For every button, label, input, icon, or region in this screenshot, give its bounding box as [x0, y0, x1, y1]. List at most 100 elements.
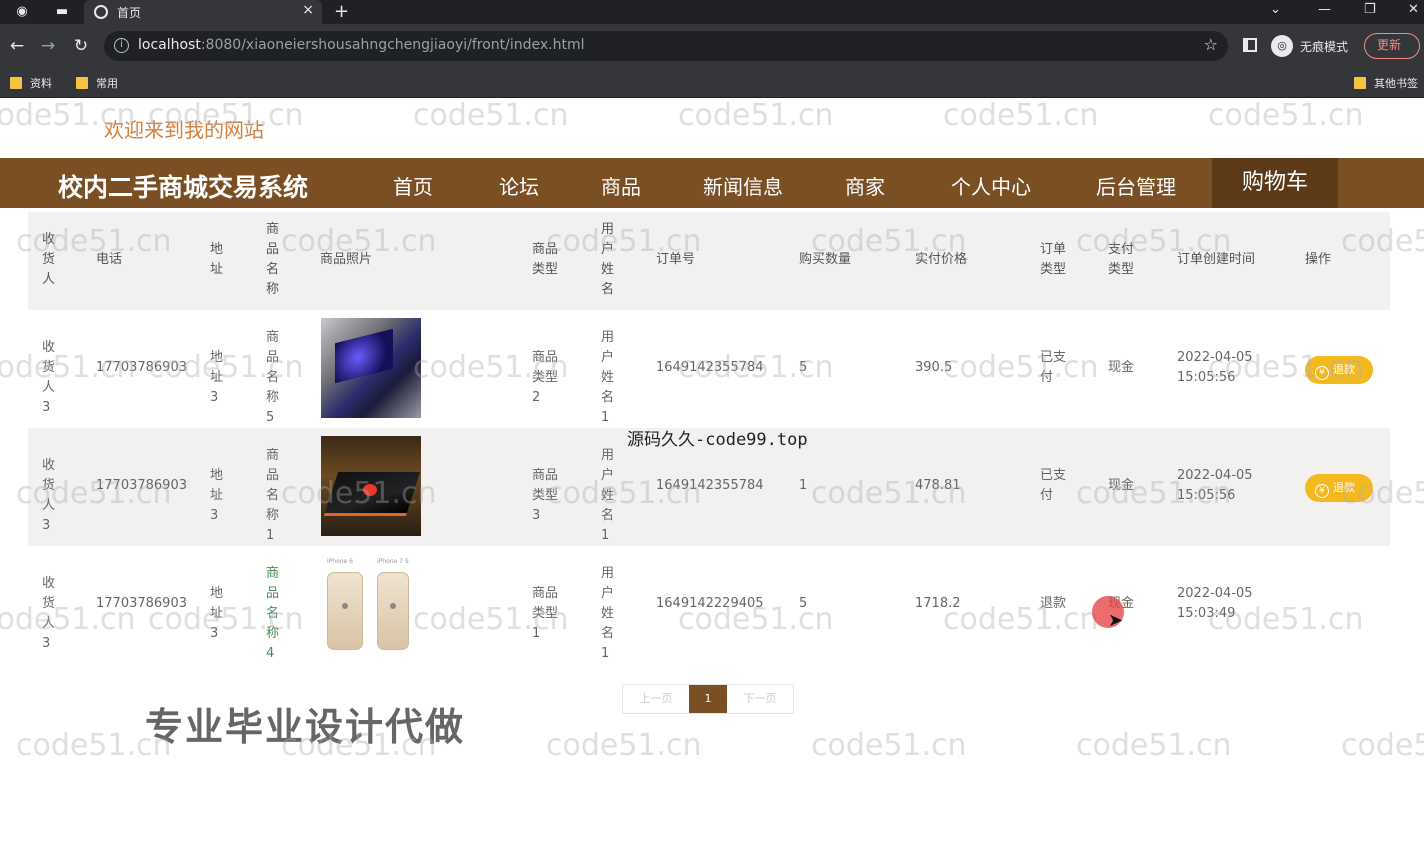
site-title: 校内二手商城交易系统 — [58, 173, 309, 202]
watermark: code51.cn — [1076, 728, 1232, 763]
other-bookmarks[interactable]: 其他书签 — [1354, 75, 1418, 91]
header-price: 实付价格 — [915, 252, 968, 267]
bookmark-folder-1[interactable]: 资料 — [10, 75, 52, 91]
cell-product-name[interactable]: 商品名称4 — [266, 564, 282, 664]
cell-pay-type: 现金 — [1108, 478, 1135, 493]
minimize-icon[interactable]: — — [1318, 2, 1331, 17]
tab-overview-icon[interactable]: ▬ — [54, 4, 70, 20]
bookmark-folder-2[interactable]: 常用 — [76, 75, 118, 91]
reload-icon[interactable]: ↻ — [71, 36, 91, 56]
header-phone: 电话 — [96, 252, 123, 267]
yen-icon: ¥ — [1315, 484, 1329, 498]
header-order-type: 订单类型 — [1040, 242, 1067, 277]
nav-products[interactable]: 商品 — [601, 171, 641, 200]
cell-order-type: 退款 — [1040, 596, 1067, 611]
folder-icon — [76, 77, 88, 89]
nav-cart[interactable]: 购物车 — [1212, 158, 1338, 208]
url-field[interactable]: i localhost:8080/xiaoneiershousahngcheng… — [104, 31, 1228, 61]
close-window-icon[interactable]: ✕ — [1408, 2, 1419, 17]
phone-label: iPhone 7 S — [377, 558, 409, 565]
cell-created-date: 2022-04-05 — [1177, 468, 1253, 483]
bookmarks-bar: 资料 常用 其他书签 — [0, 68, 1424, 98]
phone-label: iPhone 6 — [327, 558, 353, 565]
update-button[interactable]: 更新 — [1364, 33, 1420, 59]
new-tab-icon[interactable]: + — [334, 1, 349, 22]
cell-user-name: 用户姓名1 — [601, 330, 615, 425]
refund-button[interactable]: ¥ 退款 — [1305, 474, 1373, 502]
site-nav-bar: 校内二手商城交易系统 首页 论坛 商品 新闻信息 商家 个人中心 后台管理 购物… — [0, 158, 1424, 208]
bookmark-star-icon[interactable]: ☆ — [1204, 35, 1218, 54]
header-product-type: 商品类型 — [532, 242, 559, 277]
nav-home[interactable]: 首页 — [393, 171, 433, 200]
folder-icon — [1354, 77, 1366, 89]
pagination: 上一页 1 下一页 — [622, 684, 794, 714]
forward-icon[interactable]: → — [38, 36, 58, 56]
cell-price: 478.81 — [915, 478, 961, 493]
cell-price: 1718.2 — [915, 596, 961, 611]
watermark: code51.cn — [678, 98, 834, 133]
browser-tab[interactable]: 首页 × — [84, 0, 322, 24]
watermark: code51.cn — [811, 728, 967, 763]
header-quantity: 购买数量 — [799, 252, 852, 267]
cell-quantity: 5 — [799, 596, 808, 611]
cell-product-name: 商品名称1 — [266, 448, 280, 543]
nav-forum[interactable]: 论坛 — [499, 171, 539, 200]
cell-receiver: 收货人3 — [42, 340, 56, 415]
watermark: code51.cn — [1341, 728, 1424, 763]
header-action: 操作 — [1305, 252, 1332, 267]
cell-order-no: 1649142229405 — [656, 596, 764, 611]
header-user-name: 用户姓名 — [601, 222, 615, 297]
page-1-button[interactable]: 1 — [689, 685, 727, 713]
nav-merchants[interactable]: 商家 — [845, 171, 885, 200]
url-path: :8080/xiaoneiershousahngchengjiaoyi/fron… — [200, 37, 585, 53]
cell-receiver: 收货人3 — [42, 576, 56, 651]
restore-icon[interactable]: ❐ — [1364, 2, 1376, 17]
nav-admin[interactable]: 后台管理 — [1096, 171, 1176, 200]
mouse-cursor-icon: ➤ — [1108, 610, 1124, 631]
cell-product-type: 商品类型3 — [532, 468, 559, 523]
header-address: 地址 — [210, 242, 224, 277]
globe-icon — [94, 5, 108, 19]
address-bar: ← → ↻ i localhost:8080/xiaoneiershousahn… — [0, 24, 1424, 68]
folder-icon — [10, 77, 22, 89]
prev-page-button[interactable]: 上一页 — [623, 685, 689, 713]
refund-button[interactable]: ¥ 退款 — [1305, 356, 1373, 384]
promo-text: 专业毕业设计代做 — [145, 705, 466, 749]
yen-icon: ¥ — [1315, 366, 1329, 380]
table-row: 收货人3 17703786903 地址3 商品名称5 商品类型2 用户姓名1 1… — [28, 310, 1390, 428]
nav-personal-center[interactable]: 个人中心 — [951, 171, 1031, 200]
side-panel-icon[interactable] — [1243, 38, 1257, 52]
welcome-text: 欢迎来到我的网站 — [104, 118, 264, 142]
cell-product-name: 商品名称5 — [266, 330, 280, 425]
product-photo: iPhone 6 iPhone 7 S — [321, 554, 421, 654]
browser-tab-strip: ◉ ▬ 首页 × + ⌄ — ❐ ✕ — [0, 0, 1424, 24]
watermark: code51.cn — [546, 728, 702, 763]
cell-user-name: 用户姓名1 — [601, 566, 615, 661]
cell-created-time: 15:05:56 — [1177, 370, 1236, 385]
header-pay-type: 支付类型 — [1108, 242, 1135, 277]
close-tab-icon[interactable]: × — [302, 2, 314, 18]
cell-created-time: 15:03:49 — [1177, 606, 1236, 621]
cell-created-time: 15:05:56 — [1177, 488, 1236, 503]
table-header: 收货人 电话 地址 商品名称 商品照片 商品类型 用户姓名 订单号 购买数量 实… — [28, 212, 1390, 310]
nav-news[interactable]: 新闻信息 — [703, 171, 783, 200]
cell-phone: 17703786903 — [96, 596, 187, 611]
table-row: 收货人3 17703786903 地址3 商品名称4 iPhone 6 iPho… — [28, 546, 1390, 664]
cell-address: 地址3 — [210, 350, 224, 405]
cell-product-type: 商品类型2 — [532, 350, 559, 405]
chevron-down-icon[interactable]: ⌄ — [1270, 2, 1281, 17]
incognito-icon[interactable]: ◎ — [1271, 35, 1293, 57]
cell-price: 390.5 — [915, 360, 953, 375]
watermark: code51.cn — [1208, 98, 1364, 133]
site-info-icon[interactable]: i — [114, 38, 129, 53]
cell-order-type: 已支付 — [1040, 350, 1067, 385]
header-product-name: 商品名称 — [266, 222, 280, 297]
source-caption: 源码久久-code99.top — [627, 430, 808, 450]
cell-quantity: 1 — [799, 478, 808, 493]
cell-pay-type: 现金 — [1108, 360, 1135, 375]
header-receiver: 收货人 — [42, 232, 56, 287]
cell-created-date: 2022-04-05 — [1177, 586, 1253, 601]
next-page-button[interactable]: 下一页 — [727, 685, 793, 713]
browser-menu-icon[interactable]: ◉ — [14, 4, 30, 20]
back-icon[interactable]: ← — [7, 36, 27, 56]
